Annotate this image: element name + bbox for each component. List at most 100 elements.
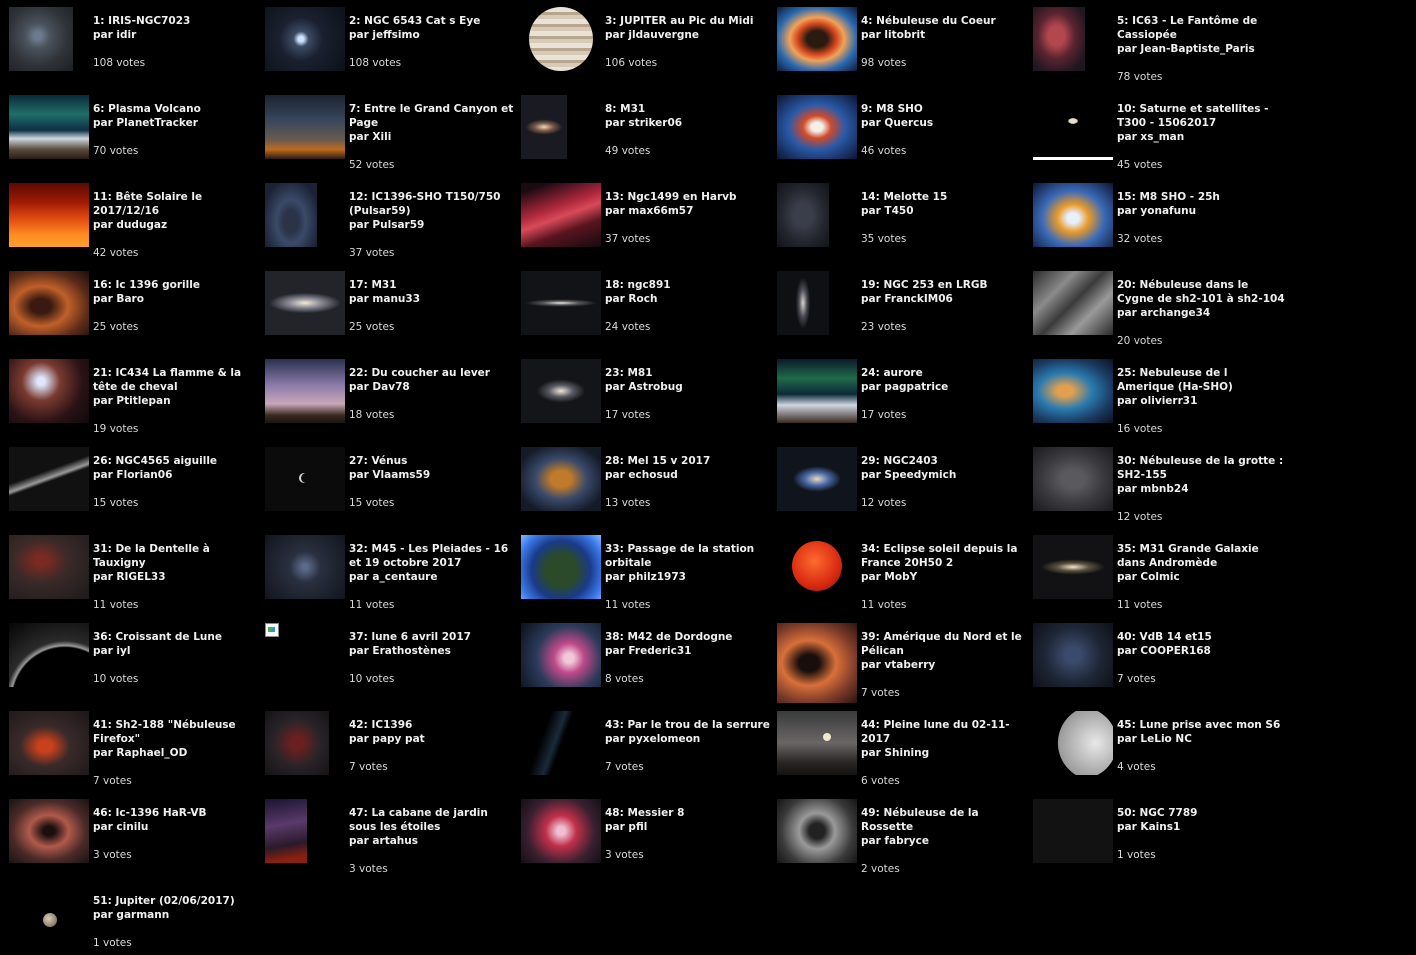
- photo-thumbnail[interactable]: [521, 359, 601, 423]
- photo-thumbnail[interactable]: [777, 359, 857, 423]
- photo-thumbnail[interactable]: [1033, 711, 1113, 775]
- photo-title-link[interactable]: 34: Eclipse soleil depuis la France 20H5…: [861, 542, 1029, 570]
- photo-thumbnail[interactable]: [265, 711, 329, 775]
- photo-thumbnail[interactable]: [777, 95, 857, 159]
- photo-thumbnail[interactable]: [1033, 7, 1085, 71]
- photo-thumbnail[interactable]: [265, 271, 345, 335]
- photo-thumbnail[interactable]: [521, 183, 601, 247]
- photo-thumbnail[interactable]: [1033, 799, 1113, 863]
- photo-title-link[interactable]: 44: Pleine lune du 02-11-2017: [861, 718, 1029, 746]
- photo-thumbnail[interactable]: [265, 799, 307, 863]
- photo-title-link[interactable]: 15: M8 SHO - 25h: [1117, 190, 1285, 204]
- photo-title-link[interactable]: 13: Ngc1499 en Harvb: [605, 190, 773, 204]
- photo-title-link[interactable]: 14: Melotte 15: [861, 190, 1029, 204]
- photo-title-link[interactable]: 1: IRIS-NGC7023: [93, 14, 261, 28]
- photo-thumbnail[interactable]: [9, 271, 89, 335]
- photo-thumbnail[interactable]: [265, 7, 345, 71]
- photo-title-link[interactable]: 29: NGC2403: [861, 454, 1029, 468]
- photo-thumbnail[interactable]: [777, 711, 857, 775]
- photo-title-link[interactable]: 48: Messier 8: [605, 806, 773, 820]
- photo-title-link[interactable]: 17: M31: [349, 278, 517, 292]
- photo-title-link[interactable]: 21: IC434 La flamme & la tête de cheval: [93, 366, 261, 394]
- photo-title-link[interactable]: 49: Nébuleuse de la Rossette: [861, 806, 1029, 834]
- photo-thumbnail[interactable]: [9, 359, 89, 423]
- photo-thumbnail[interactable]: [521, 535, 601, 599]
- photo-thumbnail[interactable]: [521, 7, 601, 71]
- photo-thumbnail[interactable]: [777, 447, 857, 511]
- photo-title-link[interactable]: 25: Nebuleuse de l Amerique (Ha-SHO): [1117, 366, 1285, 394]
- photo-title-link[interactable]: 9: M8 SHO: [861, 102, 1029, 116]
- photo-title-link[interactable]: 26: NGC4565 aiguille: [93, 454, 261, 468]
- photo-title-link[interactable]: 20: Nébuleuse dans le Cygne de sh2-101 à…: [1117, 278, 1285, 306]
- photo-thumbnail[interactable]: [777, 271, 829, 335]
- photo-thumbnail[interactable]: [777, 183, 829, 247]
- photo-title-link[interactable]: 27: Vénus: [349, 454, 517, 468]
- photo-thumbnail[interactable]: [1033, 535, 1113, 599]
- photo-thumbnail[interactable]: [9, 535, 89, 599]
- photo-title-link[interactable]: 4: Nébuleuse du Coeur: [861, 14, 1029, 28]
- photo-thumbnail[interactable]: [265, 95, 345, 159]
- photo-title-link[interactable]: 38: M42 de Dordogne: [605, 630, 773, 644]
- photo-title-link[interactable]: 23: M81: [605, 366, 773, 380]
- photo-thumbnail[interactable]: [521, 711, 573, 775]
- photo-title-link[interactable]: 12: IC1396-SHO T150/750 (Pulsar59): [349, 190, 517, 218]
- photo-thumbnail[interactable]: [1033, 447, 1113, 511]
- photo-title-link[interactable]: 28: Mel 15 v 2017: [605, 454, 773, 468]
- photo-thumbnail[interactable]: [1033, 623, 1113, 687]
- photo-thumbnail[interactable]: [521, 447, 601, 511]
- photo-title-link[interactable]: 30: Nébuleuse de la grotte : SH2-155: [1117, 454, 1285, 482]
- photo-thumbnail[interactable]: [777, 535, 857, 599]
- photo-title-link[interactable]: 47: La cabane de jardin sous les étoiles: [349, 806, 517, 834]
- photo-title-link[interactable]: 5: IC63 - Le Fantôme de Cassiopée: [1117, 14, 1285, 42]
- photo-title-link[interactable]: 11: Bête Solaire le 2017/12/16: [93, 190, 261, 218]
- photo-title-link[interactable]: 32: M45 - Les Pleiades - 16 et 19 octobr…: [349, 542, 517, 570]
- photo-title-link[interactable]: 16: Ic 1396 gorille: [93, 278, 261, 292]
- photo-thumbnail[interactable]: [777, 623, 857, 703]
- photo-thumbnail[interactable]: [9, 887, 89, 951]
- photo-title-link[interactable]: 43: Par le trou de la serrure: [605, 718, 773, 732]
- photo-title-link[interactable]: 39: Amérique du Nord et le Pélican: [861, 630, 1029, 658]
- photo-title-link[interactable]: 7: Entre le Grand Canyon et Page: [349, 102, 517, 130]
- photo-title-link[interactable]: 10: Saturne et satellites - T300 - 15062…: [1117, 102, 1285, 130]
- photo-thumbnail[interactable]: [9, 711, 89, 775]
- photo-thumbnail[interactable]: [9, 799, 89, 863]
- photo-thumbnail[interactable]: [1033, 359, 1113, 423]
- photo-title-link[interactable]: 31: De la Dentelle à Tauxigny: [93, 542, 261, 570]
- photo-title-link[interactable]: 8: M31: [605, 102, 773, 116]
- photo-thumbnail[interactable]: [521, 799, 601, 863]
- photo-title-link[interactable]: 3: JUPITER au Pic du Midi: [605, 14, 773, 28]
- photo-title-link[interactable]: 2: NGC 6543 Cat s Eye: [349, 14, 517, 28]
- photo-thumbnail[interactable]: [9, 447, 89, 511]
- photo-title-link[interactable]: 36: Croissant de Lune: [93, 630, 261, 644]
- photo-title-link[interactable]: 46: Ic-1396 HaR-VB: [93, 806, 261, 820]
- photo-title-link[interactable]: 18: ngc891: [605, 278, 773, 292]
- photo-thumbnail[interactable]: [1033, 183, 1113, 247]
- photo-thumbnail[interactable]: [1033, 271, 1113, 335]
- photo-title-link[interactable]: 51: Jupiter (02/06/2017): [93, 894, 261, 908]
- photo-title-link[interactable]: 6: Plasma Volcano: [93, 102, 261, 116]
- photo-title-link[interactable]: 50: NGC 7789: [1117, 806, 1285, 820]
- photo-title-link[interactable]: 24: aurore: [861, 366, 1029, 380]
- photo-thumbnail[interactable]: [265, 359, 345, 423]
- photo-thumbnail[interactable]: [265, 535, 345, 599]
- photo-thumbnail[interactable]: [9, 183, 89, 247]
- photo-thumbnail[interactable]: [265, 183, 317, 247]
- photo-thumbnail[interactable]: [265, 447, 345, 511]
- photo-title-link[interactable]: 40: VdB 14 et15: [1117, 630, 1285, 644]
- photo-title-link[interactable]: 37: lune 6 avril 2017: [349, 630, 517, 644]
- photo-title-link[interactable]: 35: M31 Grande Galaxie dans Andromède: [1117, 542, 1285, 570]
- photo-thumbnail[interactable]: [1033, 95, 1113, 159]
- photo-title-link[interactable]: 19: NGC 253 en LRGB: [861, 278, 1029, 292]
- photo-title-link[interactable]: 41: Sh2-188 "Nébuleuse Firefox": [93, 718, 261, 746]
- photo-thumbnail[interactable]: [777, 7, 857, 71]
- photo-thumbnail[interactable]: [521, 271, 601, 335]
- photo-title-link[interactable]: 45: Lune prise avec mon S6: [1117, 718, 1285, 732]
- photo-title-link[interactable]: 22: Du coucher au lever: [349, 366, 517, 380]
- photo-title-link[interactable]: 33: Passage de la station orbitale: [605, 542, 773, 570]
- photo-thumbnail[interactable]: [521, 95, 567, 159]
- photo-thumbnail[interactable]: [9, 623, 89, 687]
- broken-image-icon[interactable]: [265, 623, 279, 637]
- photo-title-link[interactable]: 42: IC1396: [349, 718, 517, 732]
- photo-thumbnail[interactable]: [9, 7, 73, 71]
- photo-thumbnail[interactable]: [777, 799, 857, 863]
